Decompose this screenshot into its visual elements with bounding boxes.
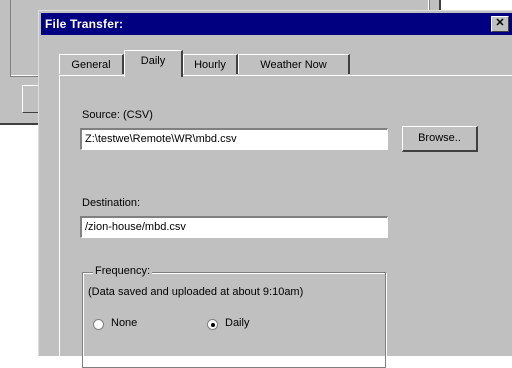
- close-button[interactable]: ✕: [491, 16, 509, 32]
- close-icon: ✕: [495, 17, 505, 29]
- daily-tab-panel: Source: (CSV) Z:\testwe\Remote\WR\mbd.cs…: [59, 75, 512, 368]
- dialog-titlebar[interactable]: File Transfer: ✕: [41, 13, 512, 35]
- tab-general[interactable]: General: [59, 54, 124, 74]
- radio-daily-label[interactable]: Daily: [225, 317, 249, 329]
- tab-daily[interactable]: Daily: [124, 50, 183, 77]
- radio-daily[interactable]: [207, 319, 218, 330]
- tab-hourly[interactable]: Hourly: [183, 54, 238, 74]
- dialog-title: File Transfer:: [45, 17, 124, 31]
- browse-button[interactable]: Browse..: [402, 126, 478, 152]
- source-label: Source: (CSV): [82, 109, 153, 121]
- radio-none[interactable]: [93, 319, 104, 330]
- source-input[interactable]: Z:\testwe\Remote\WR\mbd.csv: [80, 128, 388, 150]
- destination-label: Destination:: [82, 197, 141, 209]
- tab-weather-now[interactable]: Weather Now: [238, 54, 350, 74]
- frequency-groupbox: Frequency: (Data saved and uploaded at a…: [82, 265, 386, 368]
- file-transfer-dialog: File Transfer: ✕ General Daily Hourly We…: [38, 10, 512, 368]
- radio-none-label[interactable]: None: [111, 317, 137, 329]
- frequency-legend: Frequency:: [93, 265, 153, 277]
- destination-input[interactable]: /zion-house/mbd.csv: [80, 216, 388, 238]
- frequency-note: (Data saved and uploaded at about 9:10am…: [88, 286, 304, 298]
- radio-selected-dot: [211, 323, 215, 327]
